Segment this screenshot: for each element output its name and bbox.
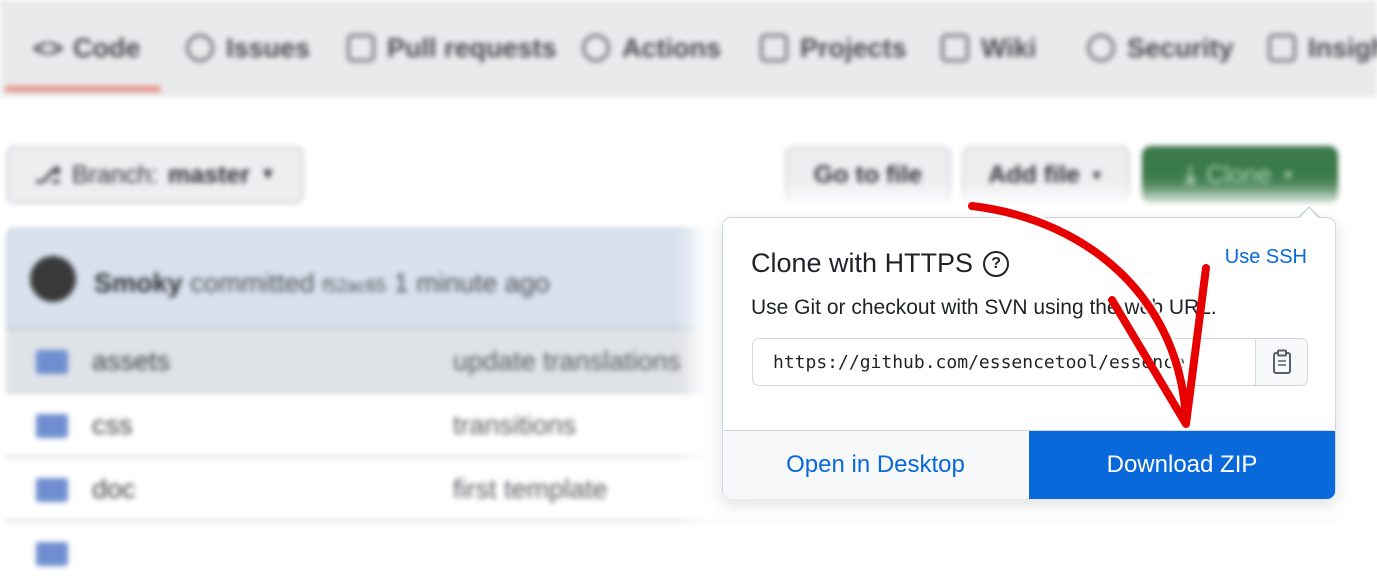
go-to-file-label: Go to file <box>813 160 923 189</box>
clone-label: Clone <box>1205 160 1272 189</box>
help-icon[interactable]: ? <box>983 250 1010 277</box>
tab-issues-label: Issues <box>226 32 311 63</box>
use-ssh-link[interactable]: Use SSH <box>1225 246 1307 269</box>
clone-button[interactable]: ⤓ Clone ▼ <box>1142 146 1338 204</box>
popup-caret-inner <box>1299 208 1319 219</box>
active-tab-indicator <box>5 86 161 92</box>
clone-url-field <box>752 338 1308 386</box>
clone-popup-footer: Open in Desktop Download ZIP <box>723 430 1335 499</box>
tab-issues[interactable]: Issues <box>186 30 310 66</box>
tab-pull-requests-label: Pull requests <box>387 32 557 63</box>
commit-time: 1 minute ago <box>393 268 550 298</box>
folder-icon <box>36 542 68 566</box>
tab-insights-label: Insights <box>1308 32 1377 63</box>
chevron-down-icon: ▼ <box>1089 167 1104 183</box>
clone-url-input[interactable] <box>753 339 1255 385</box>
chevron-down-icon: ▼ <box>1281 167 1296 183</box>
branch-icon: ⎇ <box>34 161 62 189</box>
file-commit-message[interactable]: transitions <box>453 410 576 441</box>
tab-security-label: Security <box>1127 32 1234 63</box>
branch-prefix: Branch: <box>71 160 158 189</box>
tab-actions-label: Actions <box>622 32 722 63</box>
copy-button[interactable] <box>1255 339 1307 385</box>
tab-code[interactable]: <> Code <box>33 30 141 66</box>
clone-popup-title: Clone with HTTPS ? <box>751 248 1010 279</box>
commit-author[interactable]: Smoky <box>94 268 183 298</box>
code-icon: <> <box>33 33 64 63</box>
clone-description: Use Git or checkout with SVN using the w… <box>751 296 1217 319</box>
branch-select-button[interactable]: ⎇ Branch: master ▼ <box>6 146 304 204</box>
add-file-button[interactable]: Add file ▼ <box>962 146 1130 204</box>
tab-insights[interactable]: Insights <box>1268 30 1377 66</box>
clone-popup: Clone with HTTPS ? Use SSH Use Git or ch… <box>722 217 1336 499</box>
file-commit-message[interactable]: update translations <box>453 346 681 377</box>
file-name[interactable]: css <box>92 410 133 441</box>
pull-request-icon <box>347 34 375 62</box>
avatar[interactable] <box>30 256 76 302</box>
tab-security[interactable]: Security <box>1087 30 1234 66</box>
project-icon <box>760 34 788 62</box>
tab-actions[interactable]: Actions <box>582 30 721 66</box>
tab-wiki-label: Wiki <box>981 32 1037 63</box>
file-commit-message[interactable]: first template <box>453 474 608 505</box>
tab-code-label: Code <box>73 32 141 63</box>
chevron-down-icon: ▼ <box>259 166 276 183</box>
clipboard-icon <box>1272 349 1291 374</box>
go-to-file-button[interactable]: Go to file <box>785 146 951 204</box>
add-file-label: Add file <box>988 160 1080 189</box>
download-zip-button[interactable]: Download ZIP <box>1029 431 1335 499</box>
repo-nav: <> Code Issues Pull requests Actions Pro… <box>0 0 1377 96</box>
file-name[interactable]: assets <box>92 346 170 377</box>
tab-pull-requests[interactable]: Pull requests <box>347 30 557 66</box>
file-row[interactable] <box>6 520 1336 584</box>
download-icon: ⤓ <box>1184 160 1196 189</box>
commit-hash[interactable]: f52ac65 <box>322 276 386 296</box>
branch-name: master <box>167 160 250 189</box>
graph-icon <box>1268 34 1296 62</box>
shield-icon <box>1087 34 1115 62</box>
folder-icon <box>36 350 68 374</box>
clone-popup-title-text: Clone with HTTPS <box>751 248 974 278</box>
issue-icon <box>186 34 214 62</box>
file-name[interactable]: doc <box>92 474 136 505</box>
play-icon <box>582 34 610 62</box>
tab-wiki[interactable]: Wiki <box>941 30 1036 66</box>
folder-icon <box>36 478 68 502</box>
open-in-desktop-button[interactable]: Open in Desktop <box>723 431 1028 499</box>
commit-summary: Smoky committed f52ac65 1 minute ago <box>94 268 550 299</box>
commit-action: committed <box>190 268 315 298</box>
book-icon <box>941 34 969 62</box>
folder-icon <box>36 414 68 438</box>
tab-projects-label: Projects <box>800 32 907 63</box>
tab-projects[interactable]: Projects <box>760 30 907 66</box>
